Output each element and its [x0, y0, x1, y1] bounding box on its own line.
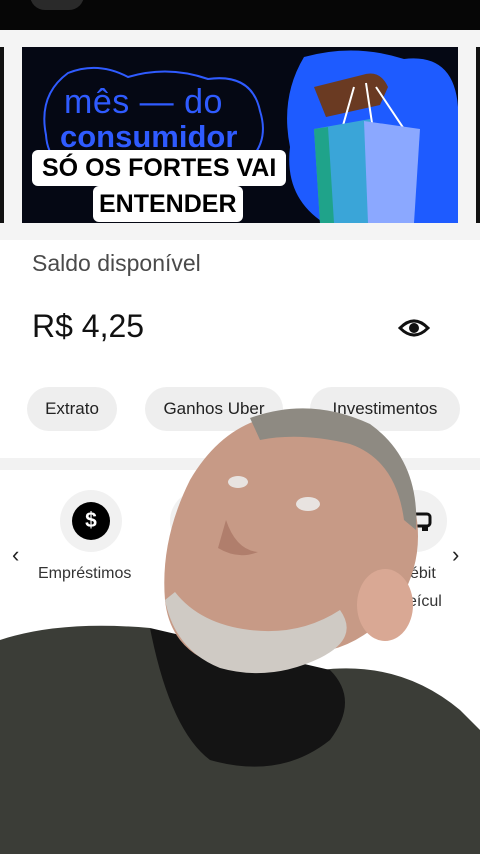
meme-caption-line2: ENTENDER	[93, 186, 243, 222]
person-overlay	[0, 408, 480, 854]
top-status-bar	[0, 0, 480, 30]
camera-notch	[30, 0, 84, 10]
next-banner-edge[interactable]	[476, 47, 480, 223]
eye-icon[interactable]	[398, 312, 430, 344]
balance-label: Saldo disponível	[32, 250, 201, 276]
balance-value: R$ 4,25	[32, 308, 145, 344]
meme-caption-line1: SÓ OS FORTES VAI	[32, 150, 287, 186]
banner-title-line1: mês — do	[64, 83, 223, 121]
shopping-bags-icon	[287, 50, 458, 223]
prev-banner-edge[interactable]	[0, 47, 4, 223]
